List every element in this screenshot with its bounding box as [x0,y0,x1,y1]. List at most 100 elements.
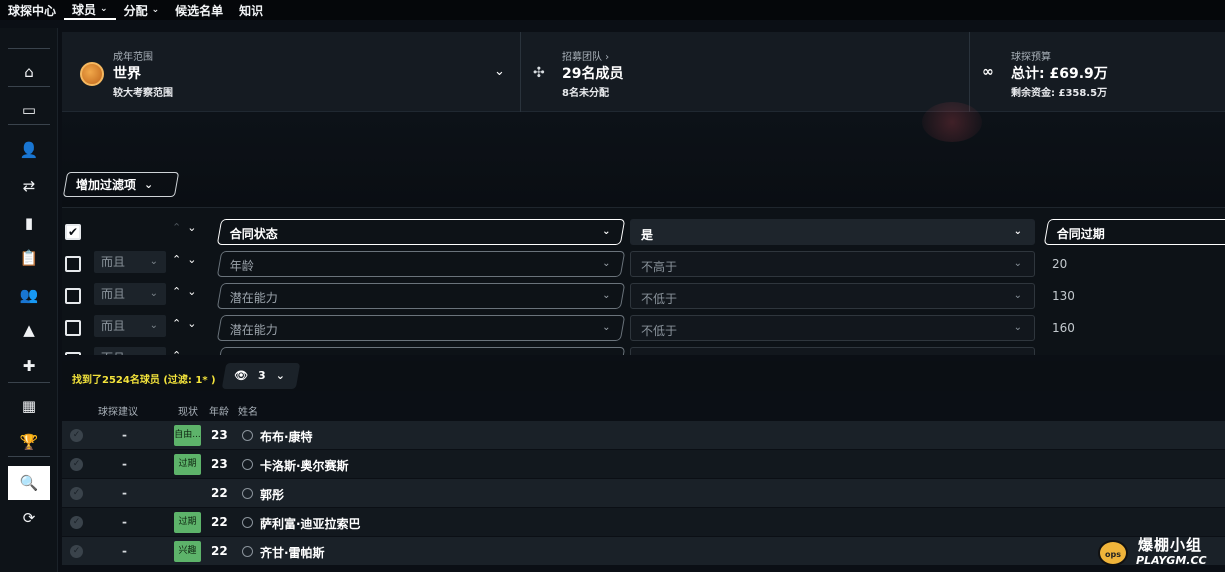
column-header-recommendation[interactable]: 球探建议 [98,403,138,418]
table-row[interactable]: ✓ - 兴趣 22 齐甘·雷帕斯 [62,537,1225,565]
chevron-up-icon[interactable]: ⌃ [172,317,187,330]
filter-operator-select[interactable]: 是 ⌄ [630,219,1035,245]
team-caption[interactable]: 招募团队 › [562,48,609,63]
filter-value-input[interactable]: 130 [1052,289,1075,303]
chevron-up-icon[interactable]: ⌃ [172,221,187,234]
calendar-icon[interactable]: ▦ [8,392,50,420]
sidebar-divider [8,456,50,457]
player-name-link[interactable]: 布布·康特 [260,428,313,445]
filter-field-select[interactable]: 合同状态 ⌄ [216,219,626,245]
nav-item-3[interactable]: 候选名单 [167,0,231,20]
recruitment-team-card[interactable]: ✣ 招募团队 › 29名成员 8名未分配 [521,32,969,112]
sidebar-divider [8,86,50,87]
chevron-up-icon[interactable]: ⌃ [172,349,187,355]
filter-value-input[interactable]: 160 [1052,321,1075,335]
eye-icon: 👁 [234,369,249,382]
filter-value-select[interactable]: 合同过期 [1043,219,1225,245]
filter-operator-select[interactable]: 不低于 ⌄ [630,347,1035,355]
table-row[interactable]: ✓ - 过期 23 卡洛斯·奥尔赛斯 [62,450,1225,478]
training-icon[interactable]: ▲ [8,316,50,344]
add-filter-button[interactable]: 增加过滤项 ⌄ [62,172,180,197]
trophy-icon[interactable]: 🏆 [8,428,50,456]
reorder-arrows[interactable]: ⌃⌄ [172,285,202,298]
filter-field-select[interactable]: 潜在能力 ⌄ [216,283,626,309]
tactics-icon[interactable]: ▮ [8,209,50,237]
nav-item-2[interactable]: 分配 ⌄ [116,0,168,20]
squad-icon[interactable]: 👤 [8,136,50,164]
shortlist-icon[interactable]: ✓ [70,487,83,500]
conjunction-select[interactable]: 而且 ⌄ [94,347,166,355]
filter-field-label: 潜在能力 [229,323,278,337]
status-badge: 过期 [174,512,201,533]
staff-icon[interactable]: 👥 [8,281,50,309]
conjunction-select[interactable]: 而且 ⌄ [94,251,166,273]
recommendation-cell: - [122,544,127,558]
filter-operator-select[interactable]: 不低于 ⌄ [630,315,1035,341]
player-name-link[interactable]: 卡洛斯·奥尔赛斯 [260,457,349,474]
reorder-arrows[interactable]: ⌃⌄ [172,253,202,266]
filter-field-select[interactable]: 潜在能力 ⌄ [216,347,626,355]
backdrop-image [62,102,1225,207]
chevron-down-icon: ⌄ [1013,226,1022,237]
player-name-link[interactable]: 齐甘·雷帕斯 [260,544,325,561]
filter-field-select[interactable]: 年龄 ⌄ [216,251,626,277]
table-row[interactable]: ✓ - 自由... 23 布布·康特 [62,421,1225,449]
nav-item-label: 知识 [239,3,264,18]
chevron-down-icon[interactable]: ⌄ [187,253,202,266]
filter-checkbox[interactable] [65,288,81,304]
home-icon[interactable]: ⌂ [8,58,50,86]
transfers-icon[interactable]: ⇄ [8,172,50,200]
filter-checkbox[interactable] [65,256,81,272]
chevron-down-icon[interactable]: ⌄ [187,221,202,234]
conjunction-select[interactable]: 而且 ⌄ [94,283,166,305]
filter-checkbox[interactable]: ✔ [65,224,81,240]
player-name-link[interactable]: 郭彤 [260,486,284,503]
watermark-logo: ops 爆棚小组 PLAYGM.CC [1098,530,1220,570]
chevron-down-icon: ⌄ [275,369,285,382]
inbox-icon[interactable]: ▭ [8,96,50,124]
column-header-status[interactable]: 现状 [178,403,198,418]
filter-checkbox[interactable] [65,320,81,336]
table-row[interactable]: ✓ - 22 郭彤 [62,479,1225,507]
filter-value-input[interactable]: 20 [1052,257,1067,271]
scouting-header: 成年范围 世界 较大考察范围 ⌄ ✣ 招募团队 › 29名成员 8名未分配 ∞ … [62,32,1225,112]
column-header-age[interactable]: 年龄 [209,403,229,418]
clipboard-icon[interactable]: 📋 [8,244,50,272]
search-icon[interactable]: 🔍 [8,466,50,500]
chevron-down-icon[interactable]: ⌄ [187,317,202,330]
scouting-range-card[interactable]: 成年范围 世界 较大考察范围 ⌄ [62,32,520,112]
watermark-cn: 爆棚小组 [1138,536,1203,554]
shortlist-icon[interactable]: ✓ [70,458,83,471]
chevron-up-icon[interactable]: ⌃ [172,253,187,266]
chevron-up-icon[interactable]: ⌃ [172,285,187,298]
nav-item-4[interactable]: 知识 [231,0,271,20]
nav-item-1[interactable]: 球员 ⌄ [64,0,116,20]
shortlist-icon[interactable]: ✓ [70,516,83,529]
nav-item-0[interactable]: 球探中心 [0,0,64,20]
reorder-arrows[interactable]: ⌃⌄ [172,317,202,330]
conjunction-select[interactable]: 而且 ⌄ [94,315,166,337]
player-name-link[interactable]: 萨利富·迪亚拉索巴 [260,515,361,532]
shortlist-icon[interactable]: ✓ [70,429,83,442]
age-cell: 22 [211,544,228,558]
filter-checkbox[interactable] [65,352,81,355]
age-cell: 23 [211,457,228,471]
reorder-arrows[interactable]: ⌃⌄ [172,221,202,234]
shortlist-icon[interactable]: ✓ [70,545,83,558]
table-row[interactable]: ✓ - 过期 22 萨利富·迪亚拉索巴 [62,508,1225,536]
scouting-budget-card[interactable]: ∞ 球探预算 总计: £69.9万 剩余资金: £358.5万 [970,32,1225,112]
refresh-icon[interactable]: ⟳ [8,504,50,532]
chevron-down-icon: ⌄ [100,4,108,14]
chevron-down-icon: ⌄ [1013,290,1022,301]
filter-operator-select[interactable]: 不高于 ⌄ [630,251,1035,277]
medical-icon[interactable]: ✚ [8,352,50,380]
chevron-down-icon[interactable]: ⌄ [187,285,202,298]
chevron-down-icon[interactable]: ⌄ [494,64,505,79]
view-selector-button[interactable]: 👁 3 ⌄ [221,363,301,389]
sidebar-divider [8,124,50,125]
filter-operator-select[interactable]: 不低于 ⌄ [630,283,1035,309]
reorder-arrows[interactable]: ⌃⌄ [172,349,202,355]
chevron-down-icon[interactable]: ⌄ [187,349,202,355]
column-header-name[interactable]: 姓名 [238,403,258,418]
filter-field-select[interactable]: 潜在能力 ⌄ [216,315,626,341]
